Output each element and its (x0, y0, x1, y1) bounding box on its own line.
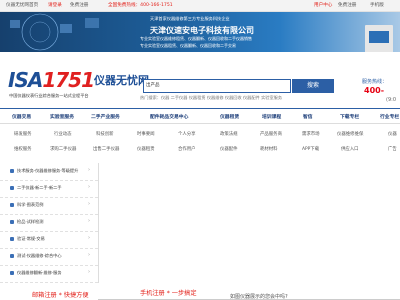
nav-item[interactable]: 仪器交易 (12, 113, 31, 120)
sub-nav-link[interactable]: 出售二手仪器 (93, 146, 119, 152)
category-sidebar: 技术服务·仪器维修服务·等级提升 › 二手仪器·新二手·新二手 › 科学·图表范例 ›… (0, 163, 99, 283)
top-bar: 仪器无忧网首页 请登录 免费注册 全国免费热线：400-166-1751 用户中… (0, 0, 400, 12)
login-link[interactable]: 请登录 (48, 2, 62, 8)
site-home-link[interactable]: 仪器无忧网首页 (6, 2, 38, 8)
category-icon (10, 254, 14, 258)
phone-register-link[interactable]: 手机注册 * 一步搞定 (140, 288, 197, 297)
hotline-label: 服务热线： (362, 79, 388, 85)
category-icon (10, 186, 14, 190)
nav-item[interactable]: 实验室服务 (50, 113, 74, 120)
sub-nav-row1: 研发服务 行业动态 科技创新 时事要闻 个人分享 政策法规 产品服务商 需求市场… (0, 131, 400, 141)
nav-item[interactable]: 二手产业服务 (91, 113, 120, 120)
sidebar-item[interactable]: 检品·试样检测 › (0, 214, 98, 232)
free-register-link[interactable]: 免费注册 (338, 2, 356, 8)
topbar-hotline: 全国免费热线：400-166-1751 (108, 3, 173, 8)
category-icon (10, 203, 14, 207)
chevron-right-icon: › (88, 167, 90, 173)
site-slogan: 中国仪器仪表行业综合服务一站式全程平台 (9, 93, 89, 98)
banner-company: 天津仪速安电子科技有限公司 (150, 26, 254, 35)
sub-nav-link[interactable]: 合作用户 (178, 146, 196, 152)
sub-nav-link[interactable]: 广告 (388, 146, 397, 152)
sidebar-item[interactable]: 二手仪器·新二手·新二手 › (0, 180, 98, 198)
chevron-right-icon: › (88, 218, 90, 224)
nav-item[interactable]: 下载专栏 (340, 113, 359, 120)
chevron-right-icon: › (88, 252, 90, 258)
email-register-link[interactable]: 邮箱注册 * 快捷方便 (32, 290, 89, 299)
chevron-right-icon: › (88, 235, 90, 241)
hotline-hours: (9:0 (386, 97, 396, 103)
banner-line4: 专业实验室仪器租赁、仪器翻新、仪器回收和二手交易 (140, 43, 236, 48)
sub-nav-link[interactable]: 行业动态 (54, 131, 72, 137)
main-nav: 仪器交易 实验室服务 二手产业服务 配件耗品交易中心 仪器租赁 培训课程 智信 … (0, 108, 400, 124)
banner-decoration-icon (10, 13, 99, 51)
nav-item[interactable]: 行业专栏 (380, 113, 399, 120)
nav-item[interactable]: 配件耗品交易中心 (150, 113, 188, 120)
sub-nav-link[interactable]: 仪器 (388, 131, 397, 137)
category-icon (10, 220, 14, 224)
site-logo[interactable]: ISA1751仪器无忧网 (8, 68, 149, 92)
nav-item[interactable]: 仪器租赁 (220, 113, 239, 120)
sidebar-item-label: 检品·试样检测 (17, 219, 44, 224)
sub-nav-link[interactable]: 需求市场 (302, 131, 320, 137)
sub-nav-link[interactable]: 政策法规 (220, 131, 238, 137)
search-button[interactable]: 搜索 (292, 79, 334, 93)
sub-nav-link[interactable]: 研发服务 (14, 131, 32, 137)
logo-cn: 仪器无忧网 (94, 74, 149, 87)
sidebar-item[interactable]: 仪器维修翻新·维修·服务 › (0, 265, 98, 283)
logo-brand-num: 1751 (42, 68, 95, 92)
sub-nav-link[interactable]: 个人分享 (178, 131, 196, 137)
sub-nav-link[interactable]: 时事要闻 (137, 131, 155, 137)
register-link[interactable]: 免费注册 (70, 2, 88, 8)
sidebar-item-label: 技术服务·仪器维修服务·等级提升 (17, 168, 79, 173)
sidebar-item-label: 科学·图表范例 (17, 202, 44, 207)
sub-nav-link[interactable]: 仪器配件 (220, 146, 238, 152)
nav-item[interactable]: 培训课程 (262, 113, 281, 120)
logo-brand: ISA (8, 68, 43, 92)
chevron-right-icon: › (88, 184, 90, 190)
user-center-link[interactable]: 用户中心 (314, 2, 332, 8)
sidebar-item-label: 测试·仪器维修·综合中心 (17, 253, 62, 258)
sidebar-item[interactable]: 测试·仪器维修·综合中心 › (0, 248, 98, 266)
instrument-image (365, 25, 393, 52)
sub-nav-link[interactable]: APP下载 (302, 146, 319, 152)
hot-search-label: 热门搜索： (140, 95, 161, 100)
mobile-link[interactable]: 手机版 (370, 2, 384, 8)
banner-line1: 天津首家仪器维修第三方专业服务科技企业 (150, 16, 230, 21)
search-category-select[interactable]: 出产品 (146, 82, 160, 88)
sub-nav-link[interactable]: 产品服务商 (260, 131, 282, 137)
hot-search-list: 热门搜索：仪器 二手仪器 仪器租赁 仪器维修 仪器回收 仪器配件 实验室服务 (140, 95, 282, 101)
category-icon (10, 271, 14, 275)
category-icon (10, 237, 14, 241)
chevron-right-icon: › (88, 269, 90, 275)
sub-nav-link[interactable]: 求购二手仪器 (50, 146, 76, 152)
sub-nav-link[interactable]: 耗材材料 (260, 146, 278, 152)
promo-banner[interactable]: 天津首家仪器维修第三方专业服务科技企业 天津仪速安电子科技有限公司 专业实验室仪… (0, 12, 400, 52)
sidebar-item-label: 二手仪器·新二手·新二手 (17, 185, 62, 190)
sub-nav-link[interactable]: 供应入口 (341, 146, 359, 152)
search-input[interactable] (143, 79, 291, 93)
sidebar-item[interactable]: 科学·图表范例 › (0, 197, 98, 215)
sidebar-item[interactable]: 验证·常规·交易 › (0, 231, 98, 249)
sidebar-item[interactable]: 技术服务·仪器维修服务·等级提升 › (0, 163, 98, 181)
sidebar-item-label: 验证·常规·交易 (17, 236, 45, 241)
nav-item[interactable]: 智信 (303, 113, 313, 120)
sub-nav-link[interactable]: 仪器租赁 (137, 146, 155, 152)
banner-line3: 专业实验室仪器维修租赁、仪器翻新、仪器回收和二手仪器销售 (140, 36, 252, 41)
sub-nav-link[interactable]: 仪器维修维保 (337, 131, 363, 137)
chevron-right-icon: › (88, 201, 90, 207)
hot-search-items[interactable]: 仪器 二手仪器 仪器租赁 仪器维修 仪器回收 仪器配件 实验室服务 (161, 95, 282, 100)
sub-nav-link[interactable]: 维权服务 (14, 146, 32, 152)
category-icon (10, 169, 14, 173)
sidebar-item-label: 仪器维修翻新·维修·服务 (17, 270, 62, 275)
sub-nav-row2: 维权服务 求购二手仪器 出售二手仪器 仪器租赁 合作用户 仪器配件 耗材材料 A… (0, 146, 400, 156)
hotline-number: 400- (364, 86, 385, 95)
sub-nav-link[interactable]: 科技创新 (96, 131, 114, 137)
